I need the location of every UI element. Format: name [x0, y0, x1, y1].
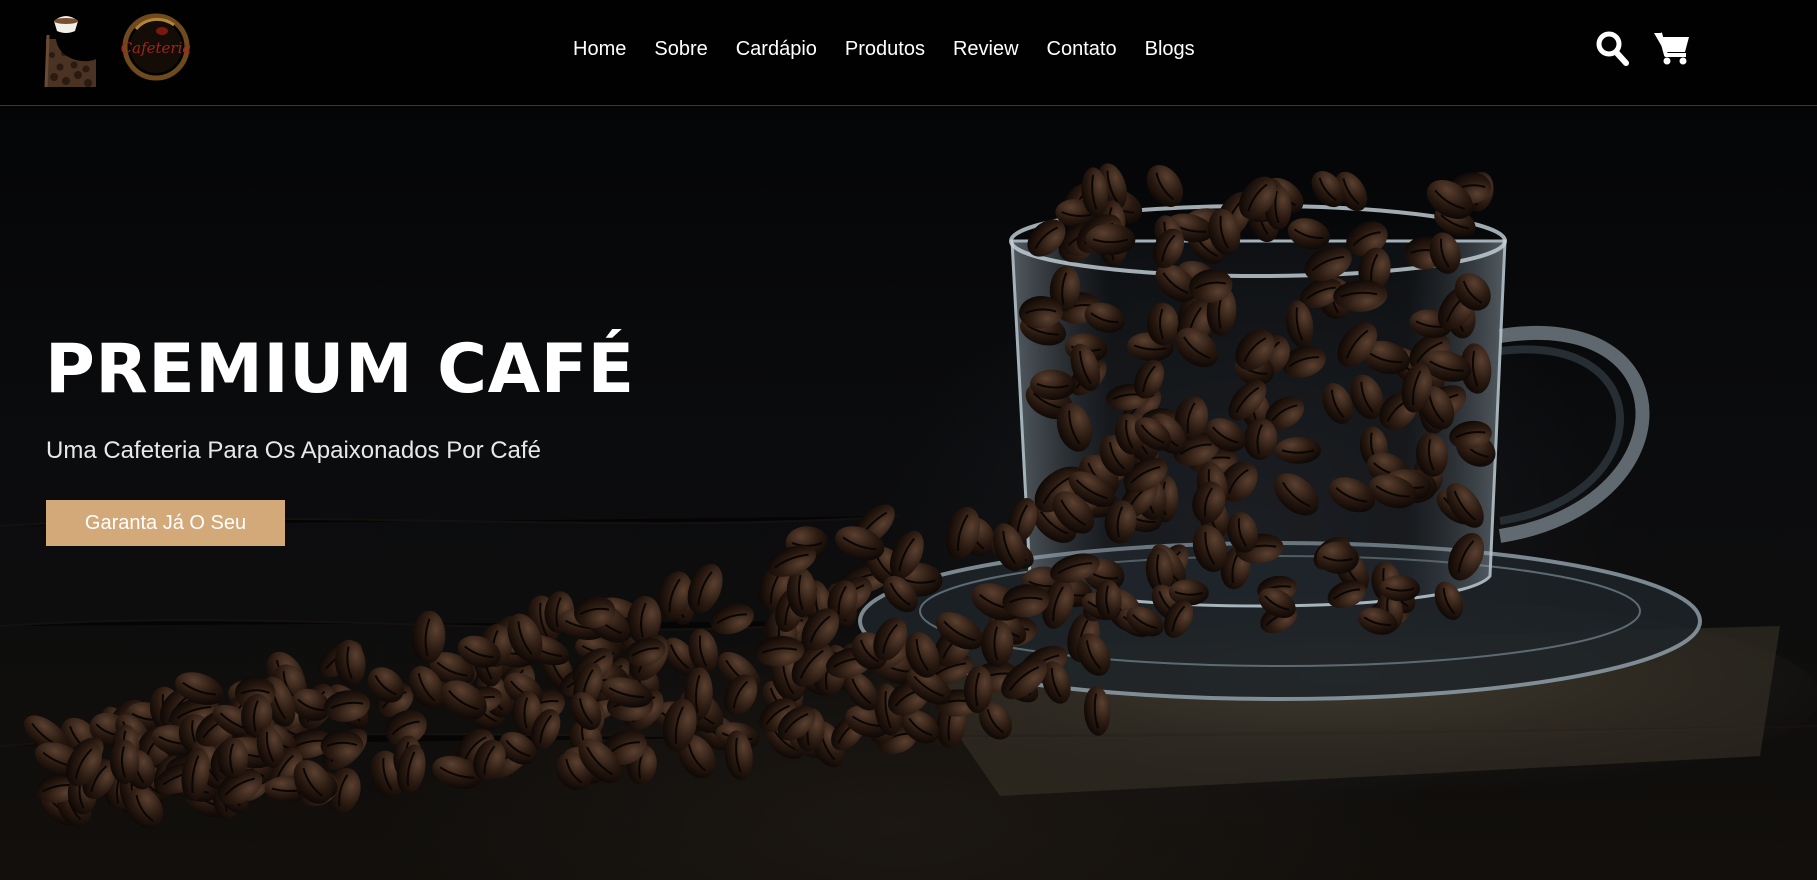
- cart-button[interactable]: [1653, 30, 1691, 66]
- hero-subtitle: Uma Cafeteria Para Os Apaixonados Por Ca…: [46, 437, 541, 464]
- nav-item-contato[interactable]: Contato: [1047, 36, 1117, 62]
- nav-item-blogs[interactable]: Blogs: [1145, 36, 1195, 62]
- brand-logo[interactable]: Cafeteria: [44, 9, 204, 88]
- cta-button[interactable]: Garanta Já O Seu: [46, 500, 285, 546]
- hero-title: PREMIUM CAFÉ: [45, 330, 635, 409]
- nav-item-sobre[interactable]: Sobre: [654, 36, 707, 62]
- nav-item-review[interactable]: Review: [953, 36, 1019, 62]
- hero-section: PREMIUM CAFÉ Uma Cafeteria Para Os Apaix…: [0, 106, 1817, 880]
- coffee-beans-cup-image: [0, 163, 1817, 829]
- nav-item-produtos[interactable]: Produtos: [845, 36, 925, 62]
- cafeteria-badge-logo: Cafeteria: [121, 13, 192, 81]
- main-nav: Home Sobre Cardápio Produtos Review Cont…: [573, 36, 1223, 62]
- search-icon: [1596, 31, 1629, 66]
- nav-item-cardapio[interactable]: Cardápio: [736, 36, 817, 62]
- coffee-cup-pour-icon: [44, 16, 96, 88]
- site-header: Cafeteria Home Sobre Cardápio Produtos R…: [0, 0, 1817, 106]
- shopping-cart-icon: [1654, 32, 1689, 65]
- search-button[interactable]: [1595, 30, 1629, 66]
- nav-item-home[interactable]: Home: [573, 36, 626, 62]
- svg-text:Cafeteria: Cafeteria: [121, 39, 192, 57]
